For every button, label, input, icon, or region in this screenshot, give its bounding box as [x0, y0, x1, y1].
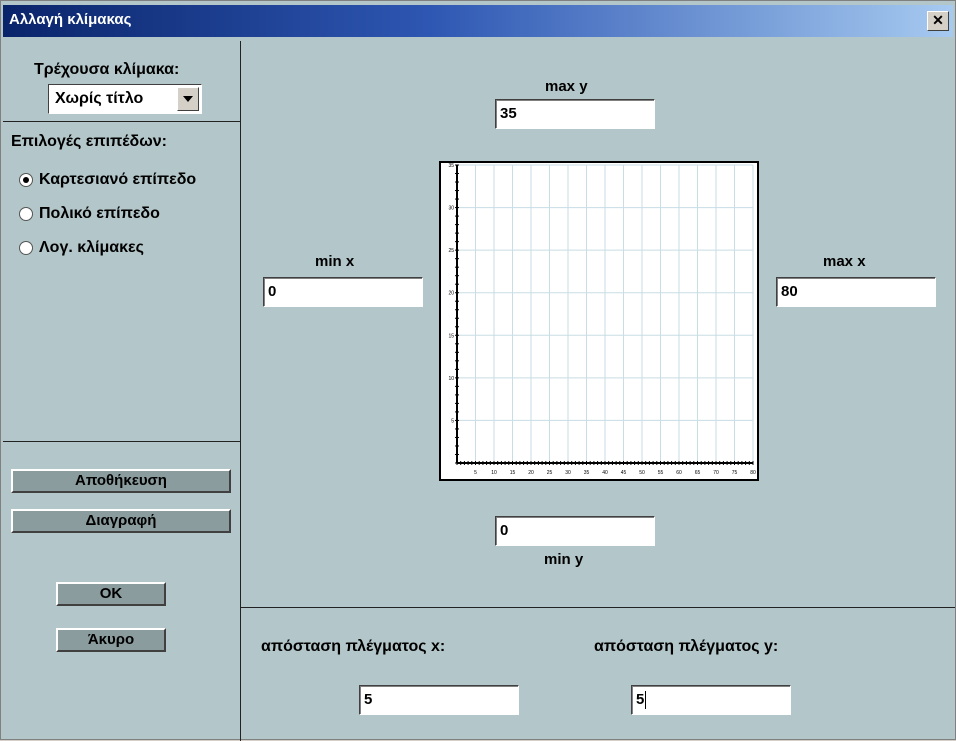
x-tick-label: 40	[602, 470, 608, 476]
text-cursor	[645, 691, 647, 710]
y-tick-label: 5	[451, 418, 454, 424]
option-cartesian-label[interactable]: Καρτεσιανό επίπεδο	[39, 171, 196, 189]
radio-polar[interactable]	[19, 207, 33, 221]
title-bar[interactable]: Αλλαγή κλίμακας ✕	[3, 5, 953, 37]
scale-dialog: Αλλαγή κλίμακας ✕ Τρέχουσα κλίμακα: Χωρί…	[0, 0, 956, 741]
grid-y-input[interactable]: 5	[631, 685, 791, 715]
y-tick-label: 30	[448, 206, 454, 212]
min-x-input[interactable]: 0	[263, 277, 423, 307]
grid-section-separator	[240, 607, 955, 608]
grid-x-input[interactable]: 5	[359, 685, 519, 715]
y-tick-label: 15	[448, 333, 454, 339]
plane-options-label: Επιλογές επιπέδων:	[11, 133, 167, 150]
x-tick-label: 45	[621, 470, 627, 476]
grid-y-value: 5	[636, 691, 645, 708]
x-tick-label: 75	[732, 470, 738, 476]
min-y-label: min y	[544, 551, 584, 568]
x-tick-label: 25	[547, 470, 553, 476]
scale-preview-plot: 5 10 15 20 25 30 35 40 45 50 55 60 65 70 75 80 5 10 15 20 25…	[439, 161, 759, 481]
grid-x-label: απόσταση πλέγματος x:	[261, 638, 446, 655]
cancel-button[interactable]: Άκυρο	[56, 628, 166, 652]
x-tick-label: 15	[510, 470, 516, 476]
sidebar-separator-bottom	[3, 441, 240, 442]
y-tick-label: 20	[448, 291, 454, 297]
y-tick-label: 25	[448, 248, 454, 254]
radio-cartesian[interactable]	[19, 173, 33, 187]
x-tick-label: 70	[713, 470, 719, 476]
y-tick-label: 10	[448, 376, 454, 382]
window-title: Αλλαγή κλίμακας	[9, 11, 132, 28]
max-y-label: max y	[545, 78, 588, 95]
x-tick-label: 55	[658, 470, 664, 476]
scale-select-value: Χωρίς τίτλο	[55, 90, 144, 107]
max-y-input[interactable]: 35	[495, 99, 655, 129]
y-tick-label: 35	[448, 163, 454, 169]
grid-y-label: απόσταση πλέγματος y:	[594, 638, 779, 655]
scale-select[interactable]: Χωρίς τίτλο	[48, 84, 202, 114]
radio-log[interactable]	[19, 241, 33, 255]
close-button[interactable]: ✕	[927, 11, 949, 31]
min-y-input[interactable]: 0	[495, 516, 655, 546]
x-tick-label: 60	[676, 470, 682, 476]
current-scale-label: Τρέχουσα κλίμακα:	[34, 61, 180, 78]
min-x-label: min x	[315, 253, 355, 270]
x-tick-label: 80	[750, 470, 756, 476]
x-tick-label: 50	[639, 470, 645, 476]
option-log-label[interactable]: Λογ. κλίμακες	[39, 239, 144, 257]
x-tick-label: 5	[474, 470, 477, 476]
x-tick-label: 10	[491, 470, 497, 476]
ok-button[interactable]: OK	[56, 582, 166, 606]
grid-preview: 5 10 15 20 25 30 35 40 45 50 55 60 65 70 75 80 5 10 15 20 25…	[448, 163, 756, 476]
sidebar-divider	[240, 41, 241, 741]
x-tick-label: 65	[695, 470, 701, 476]
max-x-input[interactable]: 80	[776, 277, 936, 307]
x-tick-label: 20	[528, 470, 534, 476]
save-button[interactable]: Αποθήκευση	[11, 469, 231, 493]
sidebar-separator-top	[3, 121, 240, 122]
delete-button[interactable]: Διαγραφή	[11, 509, 231, 533]
x-tick-label: 30	[565, 470, 571, 476]
max-x-label: max x	[823, 253, 866, 270]
option-polar-label[interactable]: Πολικό επίπεδο	[39, 205, 160, 223]
chevron-down-icon[interactable]	[177, 87, 199, 111]
x-tick-label: 35	[584, 470, 590, 476]
